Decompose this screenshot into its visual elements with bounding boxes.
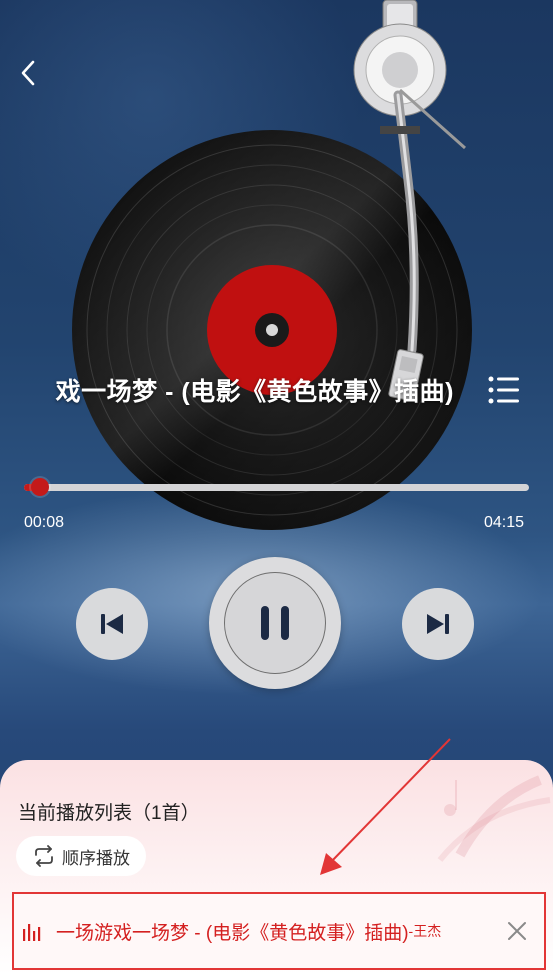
playlist-header: 当前播放列表（1首）: [18, 803, 200, 824]
play-order-label: 顺序播放: [62, 848, 130, 868]
equalizer-icon: [22, 921, 44, 941]
chevron-left-icon: [21, 60, 35, 86]
back-button[interactable]: [12, 55, 44, 91]
play-pause-button[interactable]: [209, 557, 341, 689]
progress-thumb[interactable]: [30, 478, 49, 496]
progress-slider[interactable]: [24, 478, 529, 498]
song-title: 戏一场梦 - (电影《黄色故事》插曲): [55, 378, 454, 406]
skip-previous-icon: [101, 614, 123, 634]
progress-track: [24, 484, 529, 491]
playlist-item-current[interactable]: 一场游戏一场梦 - (电影《黄色故事》插曲) -王杰: [12, 892, 546, 970]
pause-icon: [261, 606, 289, 640]
repeat-icon: [32, 845, 56, 867]
play-pause-ring: [224, 572, 326, 674]
song-title-marquee: 戏一场梦 - (电影《黄色故事》插曲): [0, 368, 480, 412]
playlist-button[interactable]: [484, 370, 524, 410]
previous-button[interactable]: [76, 588, 148, 660]
music-note-decoration: [437, 775, 551, 862]
playlist-panel: 当前播放列表（1首） 顺序播放 一场游戏一场梦 - (电影《黄色故事》插曲) -…: [0, 760, 553, 975]
remove-song-button[interactable]: [504, 918, 530, 944]
playlist-song-artist: -王杰: [408, 923, 442, 939]
skip-next-icon: [427, 614, 449, 634]
current-time: 00:08: [24, 514, 65, 531]
close-icon: [508, 922, 526, 940]
play-order-button[interactable]: 顺序播放: [16, 836, 146, 876]
total-time: 04:15: [484, 514, 525, 531]
next-button[interactable]: [402, 588, 474, 660]
playlist-song-name: 一场游戏一场梦 - (电影《黄色故事》插曲): [56, 922, 409, 944]
list-icon: [488, 376, 519, 404]
